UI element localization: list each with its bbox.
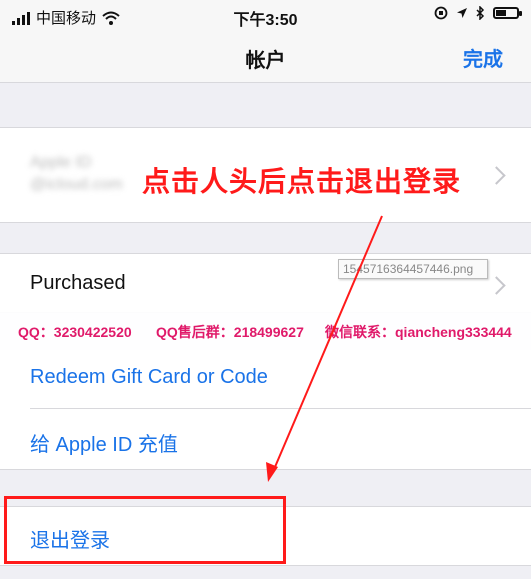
red-arrow-annotation <box>266 215 383 482</box>
sign-out-highlight-box <box>4 496 286 564</box>
